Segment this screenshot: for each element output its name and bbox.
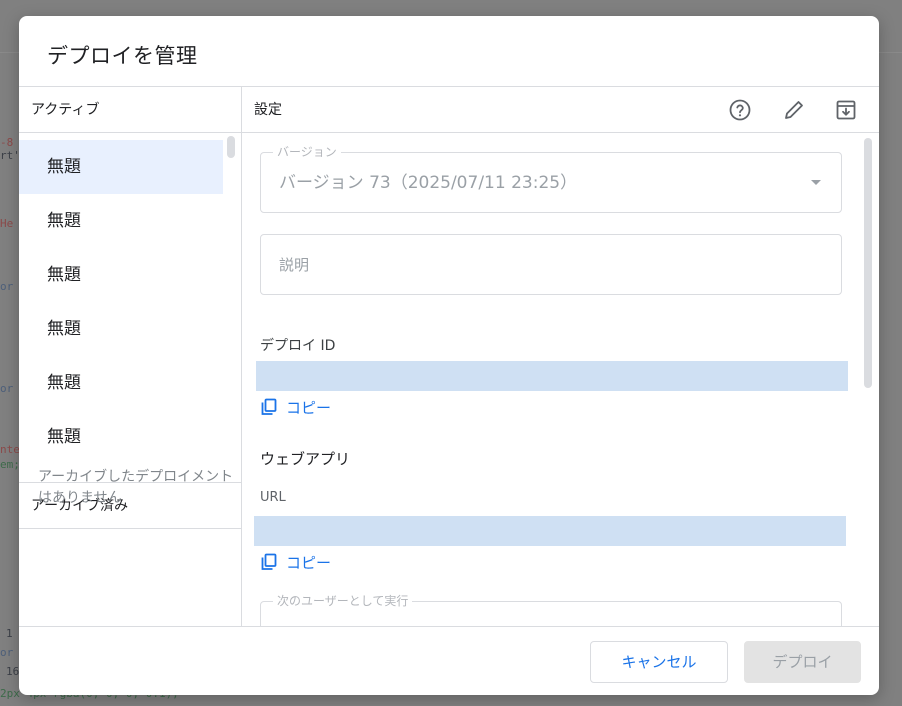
version-select[interactable]: バージョン バージョン 73（2025/07/11 23:25） <box>260 145 842 213</box>
url-value[interactable] <box>254 516 846 546</box>
execute-as-label: 次のユーザーとして実行 <box>273 594 413 608</box>
web-app-heading: ウェブアプリ <box>260 450 351 468</box>
cancel-button[interactable]: キャンセル <box>590 641 728 683</box>
deploy-id-label: デプロイ ID <box>260 338 336 354</box>
copy-deploy-id-button[interactable]: コピー <box>260 396 331 418</box>
edit-icon[interactable] <box>782 98 806 122</box>
deployments-list-scrollbar[interactable] <box>227 136 235 158</box>
help-icon[interactable] <box>728 98 752 122</box>
footer-divider <box>19 626 879 627</box>
deployment-item[interactable]: 無題 <box>19 194 223 248</box>
deployment-item[interactable]: 無題 <box>19 140 223 194</box>
background-code-line: 16 <box>6 665 20 678</box>
archived-empty-message: アーカイブしたデプロイメントはありません <box>38 469 234 506</box>
dialog-title: デプロイを管理 <box>47 44 198 68</box>
deployments-sidebar: アクティブ 無題 無題 無題 無題 無題 無題 アーカイブ済み <box>19 87 241 626</box>
description-field[interactable]: 説明 <box>260 234 842 295</box>
active-section-header: アクティブ <box>19 87 241 133</box>
archive-icon[interactable] <box>834 98 858 122</box>
deployment-item[interactable]: 無題 <box>19 356 223 410</box>
background-code-line: nte <box>0 443 20 456</box>
manage-deployments-dialog: デプロイを管理 アクティブ 無題 無題 無題 無題 無題 無題 アーカイブ済み … <box>19 16 879 695</box>
description-placeholder: 説明 <box>279 256 310 274</box>
active-deployments-list[interactable]: 無題 無題 無題 無題 無題 無題 <box>19 134 241 482</box>
deployment-item[interactable]: 無題 <box>19 410 223 464</box>
settings-panel: バージョン バージョン 73（2025/07/11 23:25） 説明 デプロイ… <box>242 134 879 626</box>
background-code-line: 1 <box>6 627 13 640</box>
copy-label: コピー <box>286 398 332 417</box>
deploy-button[interactable]: デプロイ <box>744 641 861 683</box>
deployment-item[interactable]: 無題 <box>19 248 223 302</box>
background-code-line: em; <box>0 458 20 471</box>
version-value: バージョン 73（2025/07/11 23:25） <box>279 173 578 193</box>
url-label: URL <box>260 490 286 505</box>
settings-title: 設定 <box>254 102 282 118</box>
background-code-line: or <box>0 646 14 659</box>
background-code-line: -8 <box>0 136 14 149</box>
settings-header: 設定 <box>242 87 879 133</box>
copy-url-button[interactable]: コピー <box>260 551 331 573</box>
chevron-down-icon <box>811 180 821 185</box>
copy-label: コピー <box>286 553 332 572</box>
background-code-line: or <box>0 280 14 293</box>
settings-scrollbar[interactable] <box>864 138 872 388</box>
background-code-line: He <box>0 217 14 230</box>
background-code-line: or <box>0 382 14 395</box>
background-code-line: rt' <box>0 149 20 162</box>
deployment-item[interactable]: 無題 <box>19 302 223 356</box>
copy-icon <box>260 553 278 571</box>
execute-as-select[interactable]: 次のユーザーとして実行 <box>260 594 842 626</box>
copy-icon <box>260 398 278 416</box>
deploy-id-value[interactable] <box>256 361 848 391</box>
